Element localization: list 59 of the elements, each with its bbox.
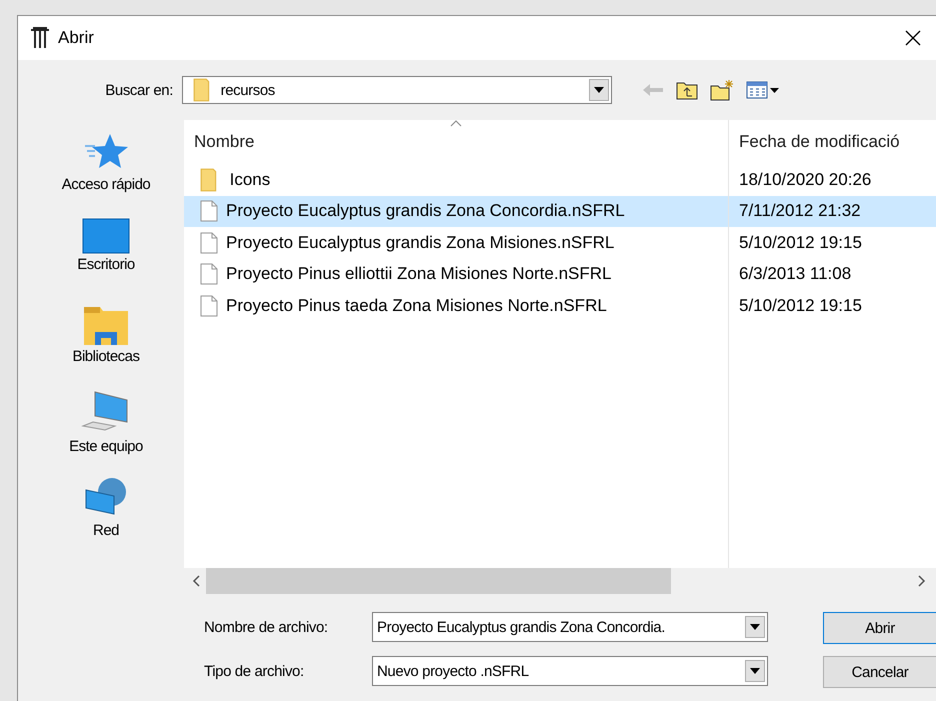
close-icon [905, 30, 921, 46]
file-name: Proyecto Eucalyptus grandis Zona Concordia.nSFRL [226, 201, 625, 222]
column-header[interactable]: Nombre [194, 132, 254, 152]
file-name: Proyecto Eucalyptus grandis Zona Misiones.nSFRL [226, 232, 614, 253]
toolbar-button[interactable] [676, 80, 698, 100]
caret-icon [750, 624, 760, 630]
folder-up-icon [676, 80, 698, 100]
file-name: Icons [230, 170, 270, 190]
caret-icon [594, 87, 604, 93]
desktop-icon [82, 218, 130, 254]
file-type-dropdown[interactable]: Nuevo proyecto .nSFRL [372, 656, 768, 686]
field-label: Tipo de archivo: [204, 662, 305, 680]
new-folder-icon [710, 79, 734, 101]
dropdown-arrow-button[interactable] [745, 660, 765, 682]
folder-icon [82, 304, 129, 346]
sidebar-item[interactable]: Red [82, 476, 130, 562]
field-label: Buscar en: [104, 82, 173, 98]
window-title: Abrir [58, 28, 95, 48]
sidebar-item[interactable]: Escritorio [77, 218, 135, 304]
file-row[interactable]: Proyecto Pinus elliottii Zona Misiones Norte.nSFRL [184, 258, 728, 290]
file-row[interactable]: Icons [184, 164, 728, 196]
dropdown-value: Nuevo proyecto .nSFRL [377, 662, 530, 680]
dropdown-arrow-button[interactable] [745, 616, 765, 638]
file-icon [200, 263, 218, 286]
sidebar-item[interactable]: Este equipo [69, 390, 143, 476]
toolbar-button[interactable] [746, 81, 780, 99]
scrollbar-thumb[interactable] [206, 568, 671, 594]
sidebar-item[interactable]: Acceso rápido [62, 132, 150, 218]
file-row[interactable]: Proyecto Pinus taeda Zona Misiones Norte.nSFRL [184, 290, 728, 322]
back-arrow-icon [642, 83, 664, 97]
dialog-button[interactable]: Abrir [823, 612, 936, 644]
file-name: Proyecto Pinus elliottii Zona Misiones Norte.nSFRL [226, 264, 612, 284]
folder-dropdown[interactable]: recursos [182, 76, 612, 104]
dialog-button[interactable]: Cancelar [823, 656, 936, 688]
dropdown-arrow-button[interactable] [589, 79, 609, 101]
field-label: Nombre de archivo: [204, 618, 329, 636]
file-name: Proyecto Pinus taeda Zona Misiones Norte.nSFRL [226, 296, 607, 316]
toolbar-button[interactable] [710, 79, 734, 101]
sort-ascending-icon [450, 120, 462, 127]
date-cell-text: 5/10/2012 19:15 [738, 232, 863, 254]
date-cell-text: 6/3/2013 11:08 [738, 263, 852, 286]
caret-icon [750, 668, 760, 674]
sidebar-item[interactable]: Bibliotecas [72, 304, 140, 390]
file-row[interactable]: Proyecto Eucalyptus grandis Zona Concordia.nSFRL [184, 196, 728, 227]
dropdown-value: recursos [220, 82, 276, 98]
file-icon [200, 294, 218, 317]
file-name-field[interactable]: Proyecto Eucalyptus grandis Zona Concordia. [372, 612, 768, 642]
scroll-left-icon[interactable] [192, 575, 200, 587]
view-menu-icon [746, 81, 780, 99]
field-value: Proyecto Eucalyptus grandis Zona Concordia. [377, 618, 666, 636]
file-row[interactable]: Proyecto Eucalyptus grandis Zona Misiones.nSFRL [184, 227, 728, 258]
file-icon [200, 200, 218, 222]
column-header[interactable]: Fecha de modificació [739, 132, 900, 152]
date-cell: 7/11/2012 21:32 [729, 196, 936, 227]
date-cell-text: 18/10/2020 20:26 [738, 168, 872, 191]
scroll-right-icon[interactable] [918, 575, 926, 587]
date-cell-text: 5/10/2012 19:15 [738, 294, 863, 317]
file-icon [200, 232, 218, 254]
app-icon [30, 27, 50, 49]
